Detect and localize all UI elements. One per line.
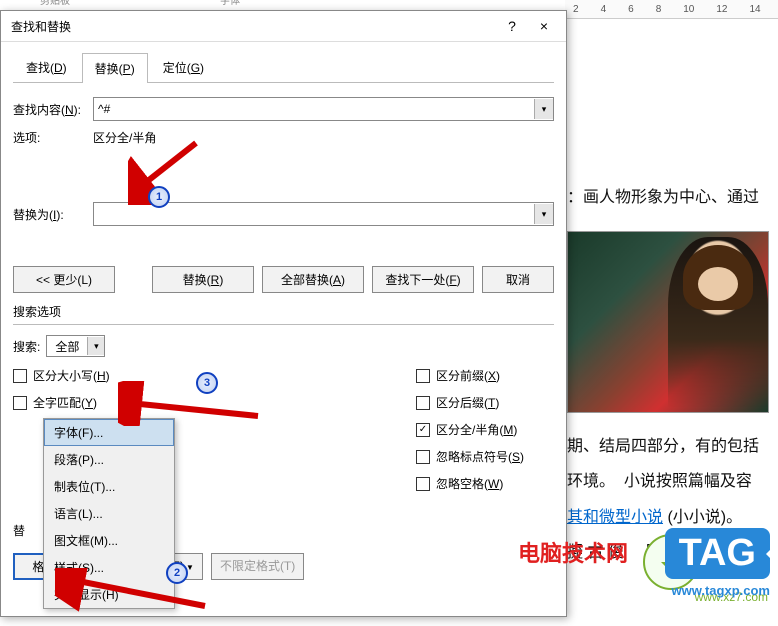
horizontal-ruler: 2 4 6 8 10 12 14 16 18 20 22 24 bbox=[565, 0, 778, 19]
find-label: 查找内容(N): bbox=[13, 101, 93, 118]
checkbox-icon bbox=[416, 450, 430, 464]
find-dropdown-button[interactable]: ▾ bbox=[534, 99, 553, 119]
document-body: ：画人物形象为中心、通过 期、结局四部分，有的包括 环境。 小说按照篇幅及容 其… bbox=[567, 180, 778, 570]
replace-label: 替换为(I): bbox=[13, 206, 93, 223]
chevron-down-icon[interactable]: ▾ bbox=[87, 337, 104, 355]
menu-item-tabs[interactable]: 制表位(T)... bbox=[44, 473, 174, 500]
replace-dropdown-button[interactable]: ▾ bbox=[534, 204, 553, 224]
annotation-arrow-1 bbox=[128, 135, 218, 205]
annotation-badge-2: 2 bbox=[166, 562, 188, 584]
tab-find[interactable]: 查找(D) bbox=[13, 52, 80, 82]
tab-replace[interactable]: 替换(P) bbox=[82, 53, 148, 83]
close-button[interactable]: × bbox=[530, 17, 558, 35]
search-direction-select[interactable]: 全部 ▾ bbox=[46, 335, 105, 357]
checkbox-icon bbox=[416, 423, 430, 437]
checkbox-icon bbox=[13, 396, 27, 410]
annotation-arrow-format bbox=[55, 568, 225, 618]
doc-line: 环境。 小说按照篇幅及容 bbox=[567, 464, 778, 499]
tab-goto[interactable]: 定位(G) bbox=[150, 52, 217, 82]
doc-line: 期、结局四部分，有的包括 bbox=[567, 429, 778, 464]
options-label: 选项: bbox=[13, 129, 93, 146]
chk-ignore-space[interactable]: 忽略空格(W) bbox=[416, 475, 524, 492]
search-options-header: 搜索选项 bbox=[13, 303, 554, 325]
search-direction-label: 搜索: bbox=[13, 338, 40, 355]
annotation-badge-1: 1 bbox=[148, 186, 170, 208]
less-button[interactable]: << 更少(L) bbox=[13, 266, 115, 293]
find-input-combo[interactable]: ▾ bbox=[93, 97, 554, 121]
chk-ignore-punct[interactable]: 忽略标点符号(S) bbox=[416, 448, 524, 465]
replace-all-button[interactable]: 全部替换(A) bbox=[262, 266, 364, 293]
chk-full-half[interactable]: 区分全/半角(M) bbox=[416, 421, 524, 438]
cancel-button[interactable]: 取消 bbox=[482, 266, 554, 293]
doc-line: ：画人物形象为中心、通过 bbox=[567, 180, 778, 215]
checkbox-icon bbox=[416, 477, 430, 491]
ribbon-clipboard-label: 剪贴板 bbox=[40, 0, 70, 7]
watermark-tag: TAG www.tagxp.com bbox=[665, 528, 770, 598]
find-replace-dialog: 查找和替换 ? × 查找(D) 替换(P) 定位(G) 查找内容(N): ▾ 选… bbox=[0, 10, 567, 617]
help-button[interactable]: ? bbox=[498, 17, 526, 35]
find-next-button[interactable]: 查找下一处(F) bbox=[372, 266, 474, 293]
tag-url: www.tagxp.com bbox=[672, 583, 770, 598]
menu-item-language[interactable]: 语言(L)... bbox=[44, 500, 174, 527]
menu-item-paragraph[interactable]: 段落(P)... bbox=[44, 446, 174, 473]
watermark-site-name: 电脑技术网 bbox=[518, 536, 628, 568]
tag-logo: TAG bbox=[665, 528, 770, 579]
dialog-title: 查找和替换 bbox=[11, 18, 71, 35]
checkbox-icon bbox=[416, 396, 430, 410]
chk-suffix[interactable]: 区分后缀(T) bbox=[416, 394, 524, 411]
find-input[interactable] bbox=[94, 99, 534, 119]
replace-button[interactable]: 替换(R) bbox=[152, 266, 254, 293]
annotation-arrow-font bbox=[118, 381, 268, 426]
dialog-tabs: 查找(D) 替换(P) 定位(G) bbox=[13, 52, 554, 83]
checkbox-icon bbox=[416, 369, 430, 383]
annotation-badge-3: 3 bbox=[196, 372, 218, 394]
menu-item-frame[interactable]: 图文框(M)... bbox=[44, 527, 174, 554]
checkbox-icon bbox=[13, 369, 27, 383]
chk-prefix[interactable]: 区分前缀(X) bbox=[416, 367, 524, 384]
ribbon-font-label: 字体 bbox=[220, 0, 240, 7]
document-image bbox=[567, 231, 769, 413]
